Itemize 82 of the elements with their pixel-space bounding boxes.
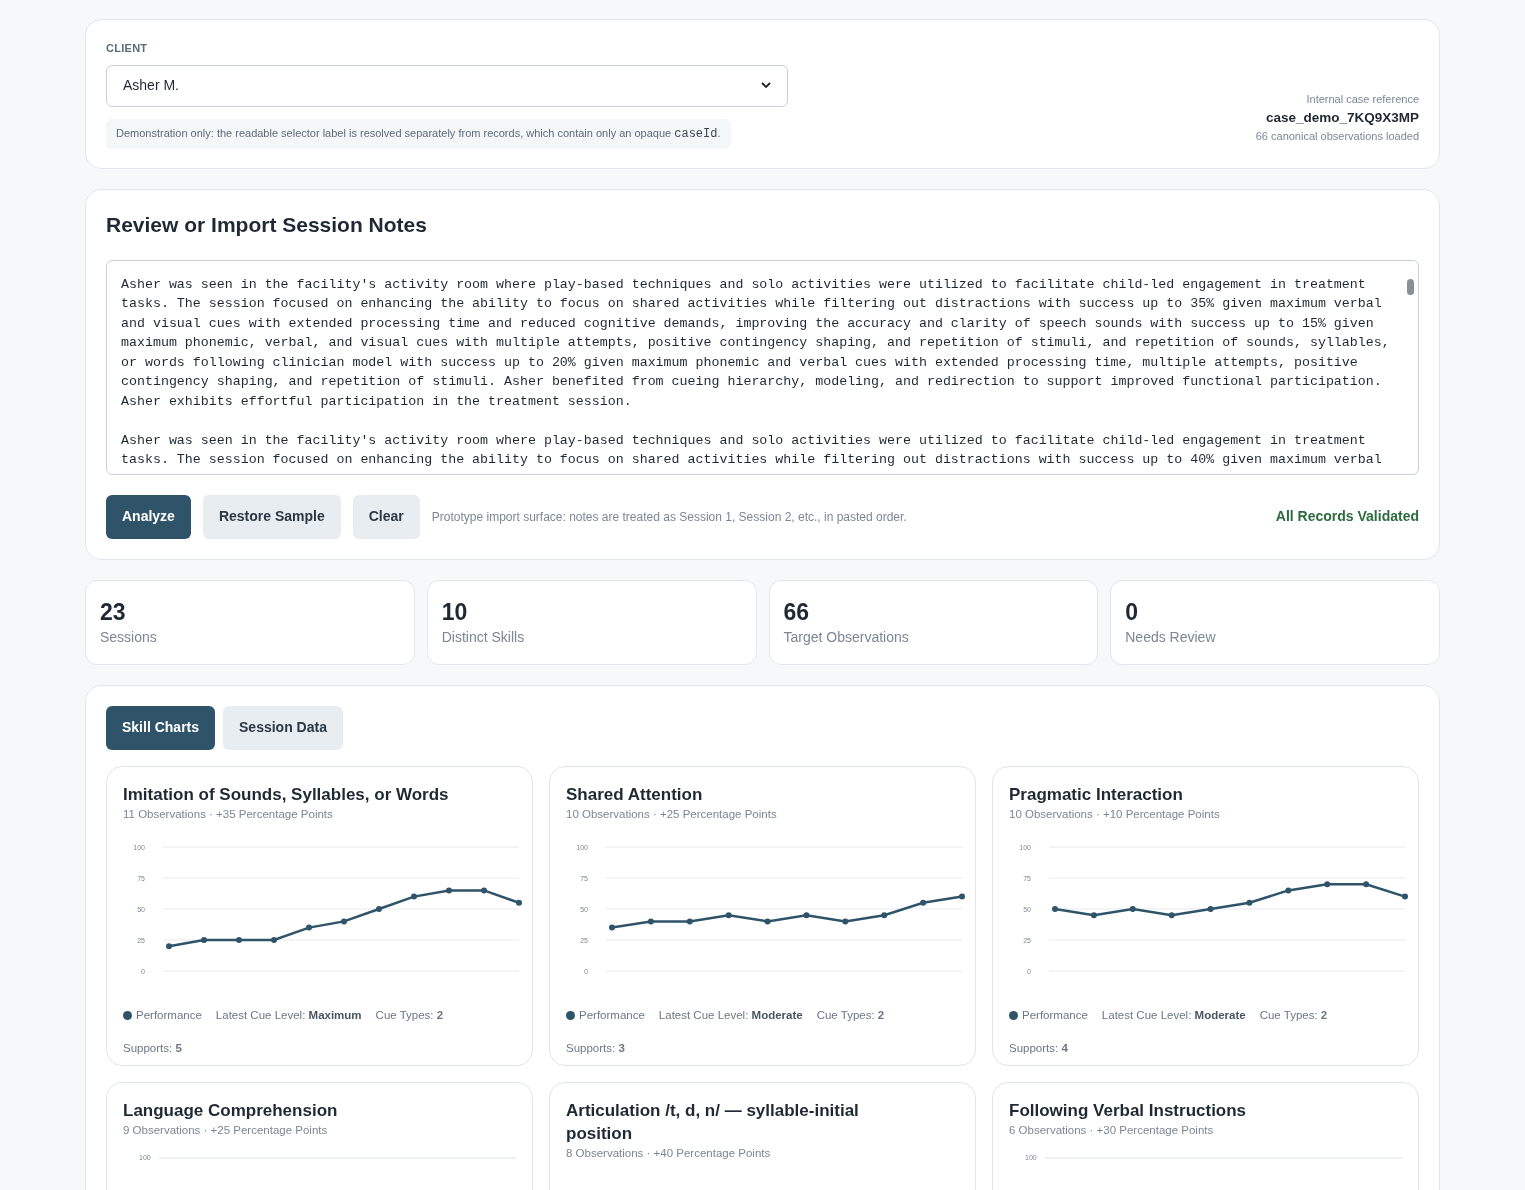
data-point (411, 893, 417, 900)
data-point (1052, 905, 1058, 912)
scrollbar-thumb (1407, 278, 1414, 295)
notes-textarea[interactable] (106, 259, 1419, 475)
chevron-down-icon (761, 82, 771, 89)
data-point (959, 893, 965, 900)
skill-title: Shared Attention (566, 783, 704, 806)
section-title: Review or Import Session Notes (106, 211, 428, 238)
cue-level-text: Latest Cue Level: Moderate (658, 1007, 803, 1023)
view-tab[interactable]: Skill Charts (106, 705, 216, 750)
stat-label: Distinct Skills (441, 627, 526, 647)
stat-label: Needs Review (1125, 627, 1217, 647)
stat-value: 10 (441, 597, 469, 627)
stat-value: 23 (100, 597, 127, 627)
data-point (647, 918, 654, 925)
skill-title: Language Comprehension (123, 1099, 339, 1122)
data-point (1363, 880, 1370, 887)
action-button[interactable]: Clear (352, 494, 420, 539)
demo-note: Demonstration only: the readable selector label is resolved separately from records, which contain only an opaque caseId. (116, 126, 721, 139)
skill-title: Following Verbal Instructions (1009, 1099, 1248, 1122)
session-note-paragraph: Asher was seen in the facility's activity room where play-based techniques and solo activities were utilized to facilitate child-led engagement in treatment tasks. The session focused on enhancing the ability to focus on shared activities while filtering out distractions with success up to 35% given maximum verbal and visual cues with extended processing time and reduced cognitive demands, improving the accuracy and clarity of speech sounds with success up to 15% given maximum phonemic, verbal, and visual cues with multiple attempts, positive contingency shaping, and repetition of stimuli, and repetition of sounds, syllables, or words following clinician model with success up to 20% given maximum phonemic and verbal cues with extended processing time, multiple attempts, positive contingency shaping, and repetition of stimuli. Asher benefited from cueing hierarchy, modeling, and redirection to support improved functional participation. Asher exhibits effortful participation in the treatment session. (121, 275, 1391, 411)
cue-level-text: Latest Cue Level: Maximum (215, 1007, 362, 1023)
view-tab[interactable]: Session Data (223, 705, 343, 750)
stat-label: Target Observations (783, 627, 910, 647)
reference-label: Internal case reference (1306, 92, 1419, 108)
data-point (1402, 893, 1408, 900)
data-point (686, 918, 693, 925)
data-point (1168, 911, 1175, 918)
data-point (725, 911, 732, 918)
data-point (1285, 887, 1292, 894)
data-point (1129, 905, 1136, 912)
skill-title: Articulation /t, d, n/ — syllable-initial position (566, 1099, 860, 1145)
cue-level-text: Latest Cue Level: Moderate (1101, 1007, 1246, 1023)
skill-title: Pragmatic Interaction (1009, 783, 1184, 806)
data-point (764, 918, 771, 925)
data-point (306, 924, 312, 931)
data-point (881, 911, 888, 918)
skill-subtitle: 10 Observations · +10 Percentage Points (1009, 806, 1221, 822)
data-point (376, 905, 382, 912)
stat-label: Sessions (100, 627, 158, 647)
data-point (609, 924, 615, 931)
data-point (236, 936, 242, 943)
data-point (1246, 899, 1253, 906)
data-point (481, 887, 487, 894)
action-button[interactable]: Analyze (106, 494, 191, 539)
client-select[interactable]: Asher M. (106, 64, 788, 107)
legend-label: Performance (136, 1007, 202, 1023)
data-point (516, 899, 522, 906)
observations-loaded: 66 canonical observations loaded (1255, 129, 1419, 144)
stat-value: 66 (783, 597, 811, 627)
data-point (201, 936, 207, 943)
stat-value: 0 (1125, 597, 1140, 627)
data-point (803, 911, 810, 918)
client-label: CLIENT (106, 41, 149, 56)
validation-status: All Records Validated (1275, 507, 1419, 526)
data-point (446, 887, 452, 894)
cue-types-text: Cue Types: 2 (816, 1007, 885, 1023)
session-note-paragraph: Asher was seen in the facility's activity room where play-based techniques and solo activities were utilized to facilitate child-led engagement in treatment tasks. The session focused on enhancing the ability to focus on shared activities while filtering out distractions with success up to 40% given maximum verbal (121, 431, 1383, 469)
legend-label: Performance (1022, 1007, 1088, 1023)
case-reference: case_demo_7KQ9X3MP (1265, 108, 1419, 127)
skill-subtitle: 10 Observations · +25 Percentage Points (566, 806, 778, 822)
data-point (842, 918, 849, 925)
legend-label: Performance (579, 1007, 645, 1023)
data-point (920, 899, 927, 906)
data-point (1324, 880, 1331, 887)
data-point (271, 936, 277, 943)
import-hint: Prototype import surface: notes are treated as Session 1, Session 2, etc., in pasted order. (431, 508, 907, 526)
skill-subtitle: 8 Observations · +40 Percentage Points (566, 1145, 772, 1161)
skill-subtitle: 11 Observations · +35 Percentage Points (123, 806, 334, 822)
skill-subtitle: 6 Observations · +30 Percentage Points (1009, 1122, 1215, 1138)
data-point (341, 918, 347, 925)
skill-title: Imitation of Sounds, Syllables, or Words (123, 783, 450, 806)
cue-types-text: Cue Types: 2 (1259, 1007, 1328, 1023)
data-point (1090, 911, 1097, 918)
skill-subtitle: 9 Observations · +25 Percentage Points (123, 1122, 329, 1138)
supports-text: Supports: 4 (1009, 1042, 1068, 1054)
supports-text: Supports: 3 (566, 1042, 625, 1054)
cue-types-text: Cue Types: 2 (375, 1007, 444, 1023)
data-point (166, 942, 172, 949)
supports-text: Supports: 5 (123, 1042, 182, 1054)
action-button[interactable]: Restore Sample (202, 494, 341, 539)
data-point (1207, 905, 1214, 912)
